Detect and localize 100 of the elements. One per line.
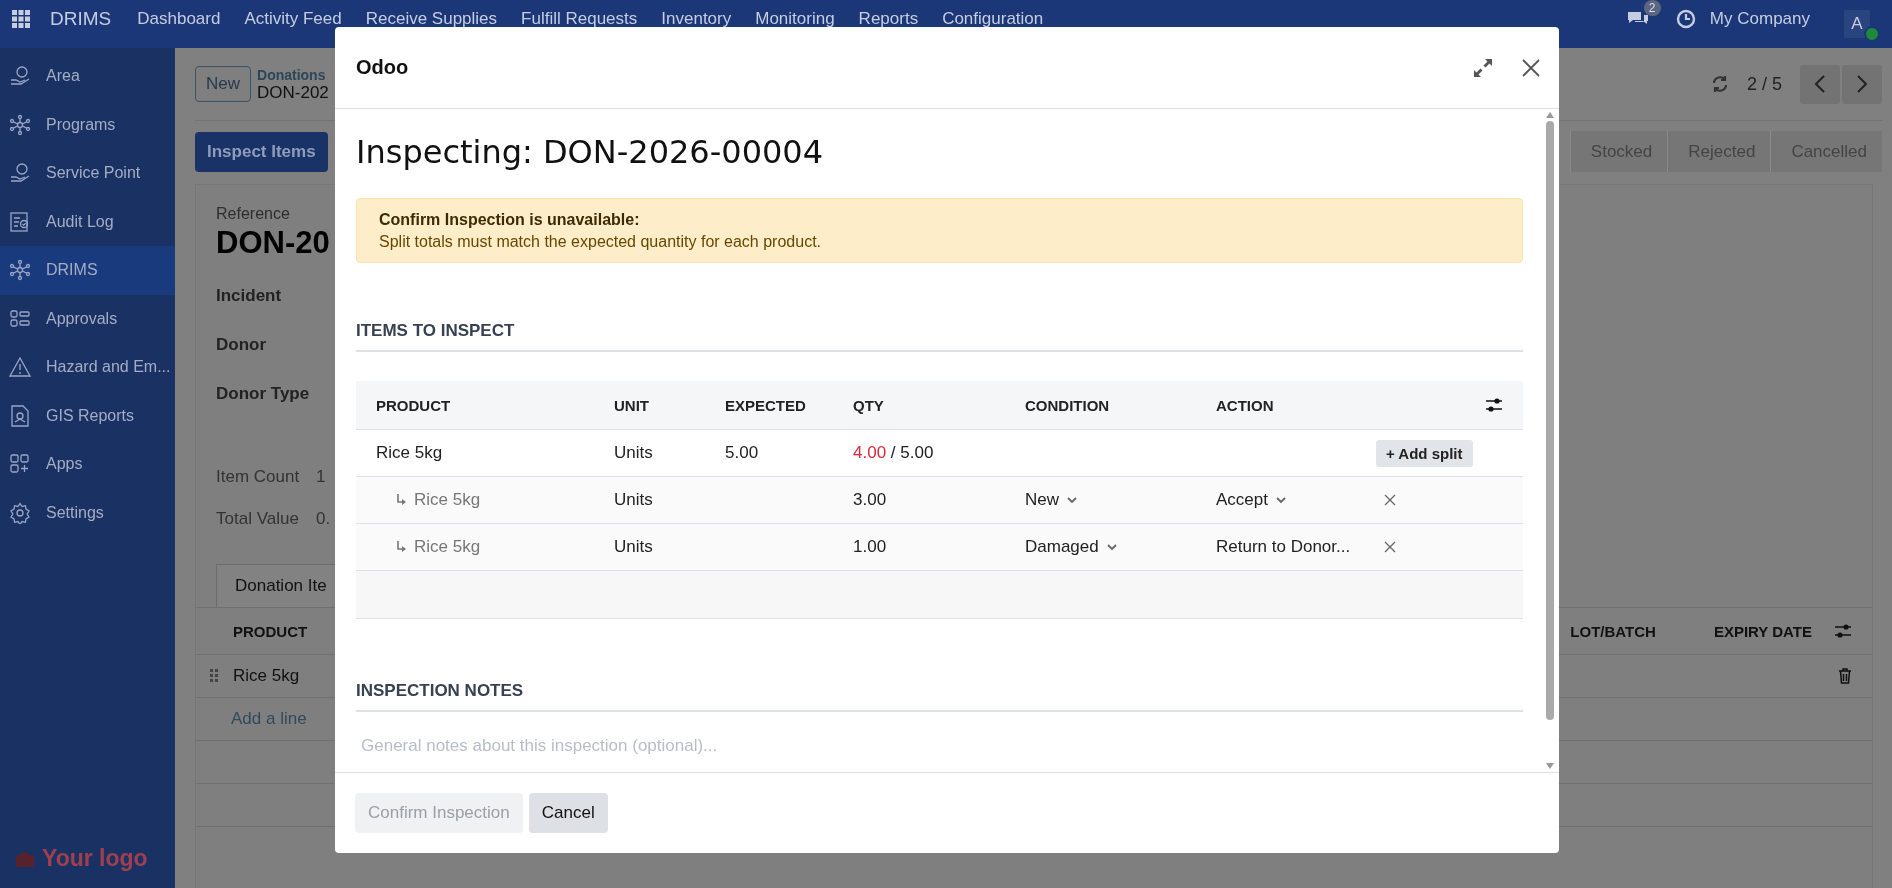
table-cell: Rice 5kg — [414, 537, 481, 557]
table-cell: Rice 5kg — [233, 666, 300, 686]
table-cell: Units — [614, 490, 653, 510]
summary-value: 1 — [316, 467, 326, 487]
remove-icon[interactable] — [1384, 541, 1396, 553]
settings-icon — [9, 501, 31, 524]
menu-item[interactable]: Activity Feed — [244, 9, 342, 29]
menu-item[interactable]: Monitoring — [755, 9, 835, 29]
camera-icon — [14, 849, 36, 868]
hand-icon — [9, 162, 31, 185]
doc-icon — [9, 404, 31, 427]
column-header: LOT/BATCH — [1570, 622, 1656, 640]
quantity-cell: 4.00 / 5.00 — [853, 443, 934, 463]
drag-handle-icon[interactable] — [210, 669, 218, 683]
sidebar-item[interactable]: Settings — [0, 488, 175, 537]
summary-value: 0. — [316, 509, 331, 529]
close-icon[interactable] — [1521, 57, 1541, 78]
alert-title: Confirm Inspection is unavailable: — [379, 211, 641, 229]
add-split-button[interactable]: + Add split — [1376, 439, 1473, 467]
caret-icon — [1276, 496, 1286, 504]
sub-item-arrow-icon — [396, 541, 406, 553]
next-button[interactable] — [1842, 64, 1882, 104]
sidebar-item[interactable]: Hazard and Em... — [0, 343, 175, 392]
app-grid-icon[interactable] — [12, 10, 30, 28]
table-cell: Rice 5kg — [376, 443, 443, 463]
inspect-items-button[interactable]: Inspect Items — [195, 131, 328, 172]
remove-icon[interactable] — [1384, 494, 1396, 506]
caret-icon — [1106, 543, 1117, 551]
trash-icon[interactable] — [1838, 668, 1852, 684]
column-header: UNIT — [614, 396, 650, 414]
refresh-icon[interactable] — [1710, 75, 1729, 93]
menu-item[interactable]: Fulfill Requests — [521, 9, 638, 29]
field-label: Incident — [216, 284, 282, 307]
dialog-title: Odoo — [356, 56, 409, 79]
sub-item-arrow-icon — [396, 494, 406, 506]
table-cell: 3.00 — [853, 490, 887, 510]
summary-label: Total Value — [216, 509, 300, 529]
table-cell: Units — [614, 537, 653, 557]
scroll-up-icon[interactable] — [1545, 111, 1555, 119]
menu-item[interactable]: Reports — [858, 9, 919, 29]
chevron-right-icon — [1856, 74, 1868, 94]
chevron-left-icon — [1814, 74, 1826, 94]
warning-icon — [9, 356, 31, 379]
sidebar-item[interactable]: GIS Reports — [0, 391, 175, 440]
pager-counter[interactable]: 2 / 5 — [1746, 73, 1782, 95]
hand-icon — [9, 65, 31, 88]
menu-item[interactable]: Inventory — [661, 9, 732, 29]
expand-icon[interactable] — [1473, 57, 1493, 78]
field-label: Donor Type — [216, 382, 310, 405]
column-header: PRODUCT — [233, 622, 308, 640]
dialog-heading: Inspecting: DON-2026-00004 — [356, 133, 825, 171]
user-avatar[interactable]: A — [1844, 10, 1870, 38]
field-label: Reference — [216, 205, 290, 223]
column-header: QTY — [853, 396, 885, 414]
table-cell: 5.00 — [725, 443, 759, 463]
column-header: CONDITION — [1025, 396, 1111, 414]
sidebar-item[interactable]: Approvals — [0, 294, 175, 343]
menu-item[interactable]: Receive Supplies — [365, 9, 498, 29]
caret-icon — [1067, 496, 1077, 504]
summary-label: Item Count — [216, 467, 301, 487]
clock-icon[interactable] — [1675, 9, 1696, 29]
atom-icon — [9, 259, 31, 282]
sidebar-item[interactable]: Area — [0, 52, 175, 101]
field-label: Donor — [216, 333, 267, 356]
company-switcher[interactable]: My Company — [1709, 9, 1810, 29]
column-header: EXPECTED — [725, 396, 807, 414]
column-settings-icon[interactable] — [1485, 397, 1503, 413]
previous-button[interactable] — [1800, 64, 1840, 104]
sidebar-item[interactable]: Service Point — [0, 149, 175, 198]
approvals-icon — [9, 307, 31, 330]
atom-icon — [9, 113, 31, 136]
section-heading: ITEMS TO INSPECT — [356, 321, 1523, 352]
log-icon — [9, 210, 31, 233]
condition-dropdown[interactable]: New — [1025, 490, 1077, 510]
table-cell: 1.00 — [853, 537, 887, 557]
alert-message: Split totals must match the expected quantity for each product. — [379, 233, 822, 251]
column-header: EXPIRY DATE — [1713, 622, 1812, 640]
table-cell: Units — [614, 443, 653, 463]
sidebar-item[interactable]: DRIMS — [0, 246, 175, 295]
breadcrumb-current: DON-202 — [257, 84, 329, 102]
scroll-down-icon[interactable] — [1545, 762, 1555, 770]
sidebar-item[interactable]: Programs — [0, 100, 175, 149]
message-count-badge: 2 — [1643, 0, 1661, 16]
action-dropdown[interactable]: Return to Donor... — [1216, 537, 1351, 557]
app-name[interactable]: DRIMS — [50, 8, 112, 30]
condition-dropdown[interactable]: Damaged — [1025, 537, 1117, 557]
column-header: ACTION — [1216, 396, 1275, 414]
reference-title: DON-20 — [216, 224, 330, 262]
apps-icon — [9, 453, 31, 476]
column-header: PRODUCT — [375, 396, 452, 414]
sidebar-item[interactable]: Audit Log — [0, 197, 175, 246]
cancel-button[interactable]: Cancel — [528, 793, 608, 833]
action-dropdown[interactable]: Accept — [1216, 490, 1286, 510]
sidebar-item[interactable]: Apps — [0, 440, 175, 489]
table-cell: Rice 5kg — [414, 490, 481, 510]
new-button[interactable]: New — [195, 66, 251, 102]
logo-text: Your logo — [42, 845, 148, 872]
section-heading: INSPECTION NOTES — [356, 681, 1523, 712]
menu-item[interactable]: Configuration — [942, 9, 1044, 29]
menu-item[interactable]: Dashboard — [137, 9, 221, 29]
